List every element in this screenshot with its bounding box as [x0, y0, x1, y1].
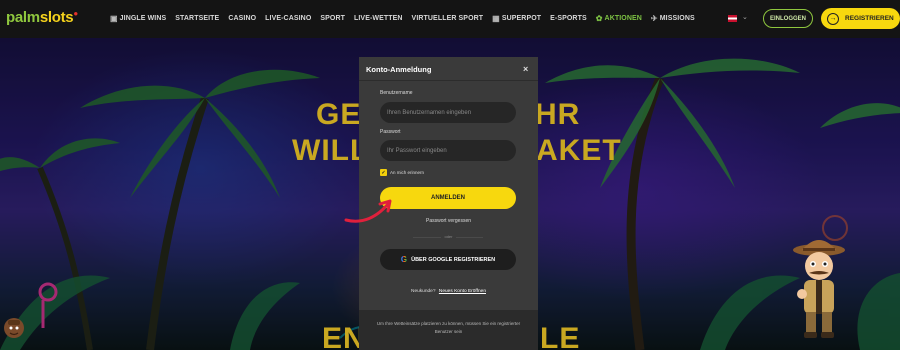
arrow-right-icon: → — [827, 12, 839, 25]
modal-title: Konto-Anmeldung — [366, 65, 432, 74]
main-nav: ▣ JINGLE WINS STARTSEITE CASINO LIVE-CASI… — [110, 14, 704, 23]
password-label: Passwort — [380, 129, 401, 135]
nav-item-aktionen[interactable]: ✿ AKTIONEN — [596, 14, 642, 23]
rocket-icon: ✈ — [650, 14, 658, 23]
google-icon: G — [400, 255, 408, 264]
nav-item-superpot[interactable]: ▦ SUPERPOT — [492, 14, 541, 23]
registration-notice: Um Ihre Wetteinsätze platzieren zu könne… — [376, 321, 521, 334]
hero-title-line1-left: GE — [316, 98, 362, 131]
language-flag-icon[interactable] — [728, 15, 737, 22]
modal-footer: Um Ihre Wetteinsätze platzieren zu könne… — [359, 310, 538, 350]
login-button[interactable]: EINLOGGEN — [763, 9, 813, 28]
password-input[interactable]: Ihr Passwort eingeben — [380, 140, 516, 161]
close-icon[interactable]: × — [523, 64, 528, 74]
nav-item-casino[interactable]: CASINO — [228, 15, 256, 22]
nav-item-e-sports[interactable]: E-SPORTS — [550, 15, 587, 22]
top-header: palmslots● ▣ JINGLE WINS STARTSEITE CASIN… — [0, 0, 900, 38]
superpot-icon: ▦ — [492, 14, 500, 23]
gift-icon: ▣ — [110, 14, 118, 23]
username-label: Benutzername — [380, 90, 413, 96]
nav-item-live-wetten[interactable]: LIVE-WETTEN — [354, 15, 403, 22]
submit-login-button[interactable]: ANMELDEN — [380, 187, 516, 209]
explorer-mascot-icon — [793, 240, 845, 338]
register-button[interactable]: → REGISTRIEREN — [821, 8, 900, 29]
hero-title-line2-right: AKET — [536, 134, 622, 167]
new-customer-row: Neukunde? Neues Konto Eröffnen — [410, 289, 486, 294]
nav-item-sport[interactable]: SPORT — [320, 15, 345, 22]
nav-item-startseite[interactable]: STARTSEITE — [175, 15, 219, 22]
open-account-link[interactable]: Neues Konto Eröffnen — [439, 289, 486, 294]
nav-item-virtueller-sport[interactable]: VIRTUELLER SPORT — [412, 15, 484, 22]
hero-title-line2-left: WILL — [292, 134, 370, 167]
google-register-button[interactable]: G ÜBER GOOGLE REGISTRIEREN — [380, 249, 516, 270]
checkmark-icon: ✓ — [381, 169, 386, 176]
hero-title-line1-right: HR — [535, 98, 581, 131]
username-input[interactable]: Ihren Benutzernamen eingeben — [380, 102, 516, 123]
modal-header: Konto-Anmeldung × — [359, 57, 538, 81]
remember-me-checkbox[interactable]: ✓ — [380, 169, 387, 176]
logo-dot-icon: ● — [73, 9, 78, 18]
chevron-down-icon[interactable]: ⌄ — [742, 13, 748, 21]
support-avatar-icon[interactable] — [2, 316, 26, 344]
brand-logo[interactable]: palmslots● — [6, 9, 78, 26]
remember-me-label[interactable]: An mich erinnern — [390, 170, 424, 175]
nav-item-jingle-wins[interactable]: ▣ JINGLE WINS — [110, 14, 166, 23]
annotation-arrow-icon — [344, 199, 392, 223]
nav-item-missions[interactable]: ✈ MISSIONS — [651, 14, 695, 23]
promo-icon: ✿ — [595, 14, 603, 23]
nav-item-live-casino[interactable]: LIVE-CASINO — [265, 15, 311, 22]
hero-title-line3-right: LE — [540, 322, 581, 350]
